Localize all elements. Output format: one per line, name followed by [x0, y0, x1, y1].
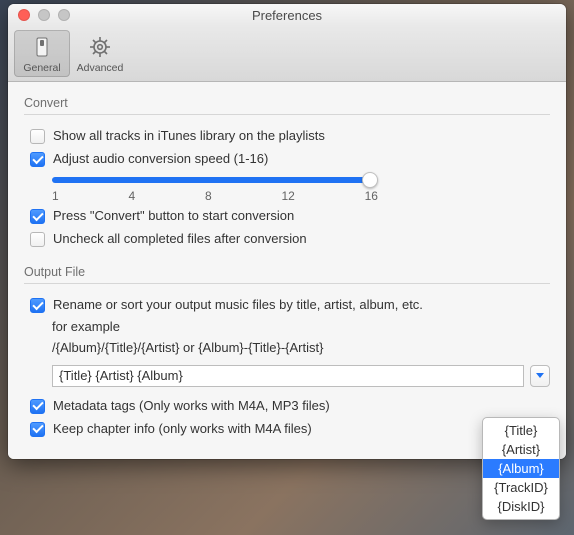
- switch-icon: [29, 34, 55, 60]
- content: Convert Show all tracks in iTunes librar…: [8, 82, 566, 459]
- window-title: Preferences: [8, 8, 566, 23]
- label-press-convert: Press "Convert" button to start conversi…: [53, 208, 294, 223]
- speed-slider[interactable]: [52, 177, 370, 183]
- row-press-convert[interactable]: Press "Convert" button to start conversi…: [24, 205, 550, 228]
- divider: [24, 114, 550, 115]
- label-rename: Rename or sort your output music files b…: [53, 297, 423, 312]
- checkbox-rename[interactable]: [30, 298, 45, 313]
- speed-slider-wrap: 1 4 8 12 16: [24, 171, 550, 205]
- token-dropdown-button[interactable]: [530, 365, 550, 387]
- checkbox-chapter[interactable]: [30, 422, 45, 437]
- tick-8: 8: [205, 189, 212, 203]
- gear-icon: [87, 34, 113, 60]
- titlebar: Preferences: [8, 4, 566, 26]
- menu-item-album[interactable]: {Album}: [483, 459, 559, 478]
- toolbar: General: [8, 26, 566, 82]
- tab-advanced[interactable]: Advanced: [72, 30, 128, 77]
- preferences-window: Preferences General: [8, 4, 566, 459]
- filename-row: [24, 359, 550, 387]
- token-menu[interactable]: {Title} {Artist} {Album} {TrackID} {Disk…: [482, 417, 560, 520]
- row-rename[interactable]: Rename or sort your output music files b…: [24, 294, 550, 317]
- divider: [24, 283, 550, 284]
- label-metadata: Metadata tags (Only works with M4A, MP3 …: [53, 398, 330, 413]
- checkbox-show-all[interactable]: [30, 129, 45, 144]
- menu-item-title[interactable]: {Title}: [483, 421, 559, 440]
- chevron-down-icon: [536, 373, 544, 378]
- row-adjust-speed[interactable]: Adjust audio conversion speed (1-16): [24, 148, 550, 171]
- example-line-2: /{Album}/{Title}/{Artist} or {Album}-{Ti…: [52, 338, 550, 359]
- menu-item-diskid[interactable]: {DiskID}: [483, 497, 559, 516]
- checkbox-uncheck-completed[interactable]: [30, 232, 45, 247]
- label-chapter: Keep chapter info (only works with M4A f…: [53, 421, 312, 436]
- row-metadata[interactable]: Metadata tags (Only works with M4A, MP3 …: [24, 395, 550, 418]
- slider-ticks: 1 4 8 12 16: [52, 189, 378, 203]
- tick-12: 12: [281, 189, 294, 203]
- convert-heading: Convert: [24, 96, 550, 110]
- menu-item-trackid[interactable]: {TrackID}: [483, 478, 559, 497]
- example-block: for example /{Album}/{Title}/{Artist} or…: [24, 317, 550, 359]
- label-uncheck-completed: Uncheck all completed files after conver…: [53, 231, 307, 246]
- tab-advanced-label: Advanced: [74, 62, 126, 74]
- example-line-1: for example: [52, 317, 550, 338]
- slider-thumb[interactable]: [362, 172, 378, 188]
- label-adjust-speed: Adjust audio conversion speed (1-16): [53, 151, 268, 166]
- menu-item-artist[interactable]: {Artist}: [483, 440, 559, 459]
- tab-general[interactable]: General: [14, 30, 70, 77]
- tick-16: 16: [365, 189, 378, 203]
- checkbox-adjust-speed[interactable]: [30, 152, 45, 167]
- row-chapter[interactable]: Keep chapter info (only works with M4A f…: [24, 418, 550, 441]
- tick-4: 4: [128, 189, 135, 203]
- checkbox-press-convert[interactable]: [30, 209, 45, 224]
- output-heading: Output File: [24, 265, 550, 279]
- row-show-all[interactable]: Show all tracks in iTunes library on the…: [24, 125, 550, 148]
- filename-input[interactable]: [52, 365, 524, 387]
- checkbox-metadata[interactable]: [30, 399, 45, 414]
- row-uncheck-completed[interactable]: Uncheck all completed files after conver…: [24, 228, 550, 251]
- label-show-all: Show all tracks in iTunes library on the…: [53, 128, 325, 143]
- tab-general-label: General: [16, 62, 68, 74]
- tick-1: 1: [52, 189, 59, 203]
